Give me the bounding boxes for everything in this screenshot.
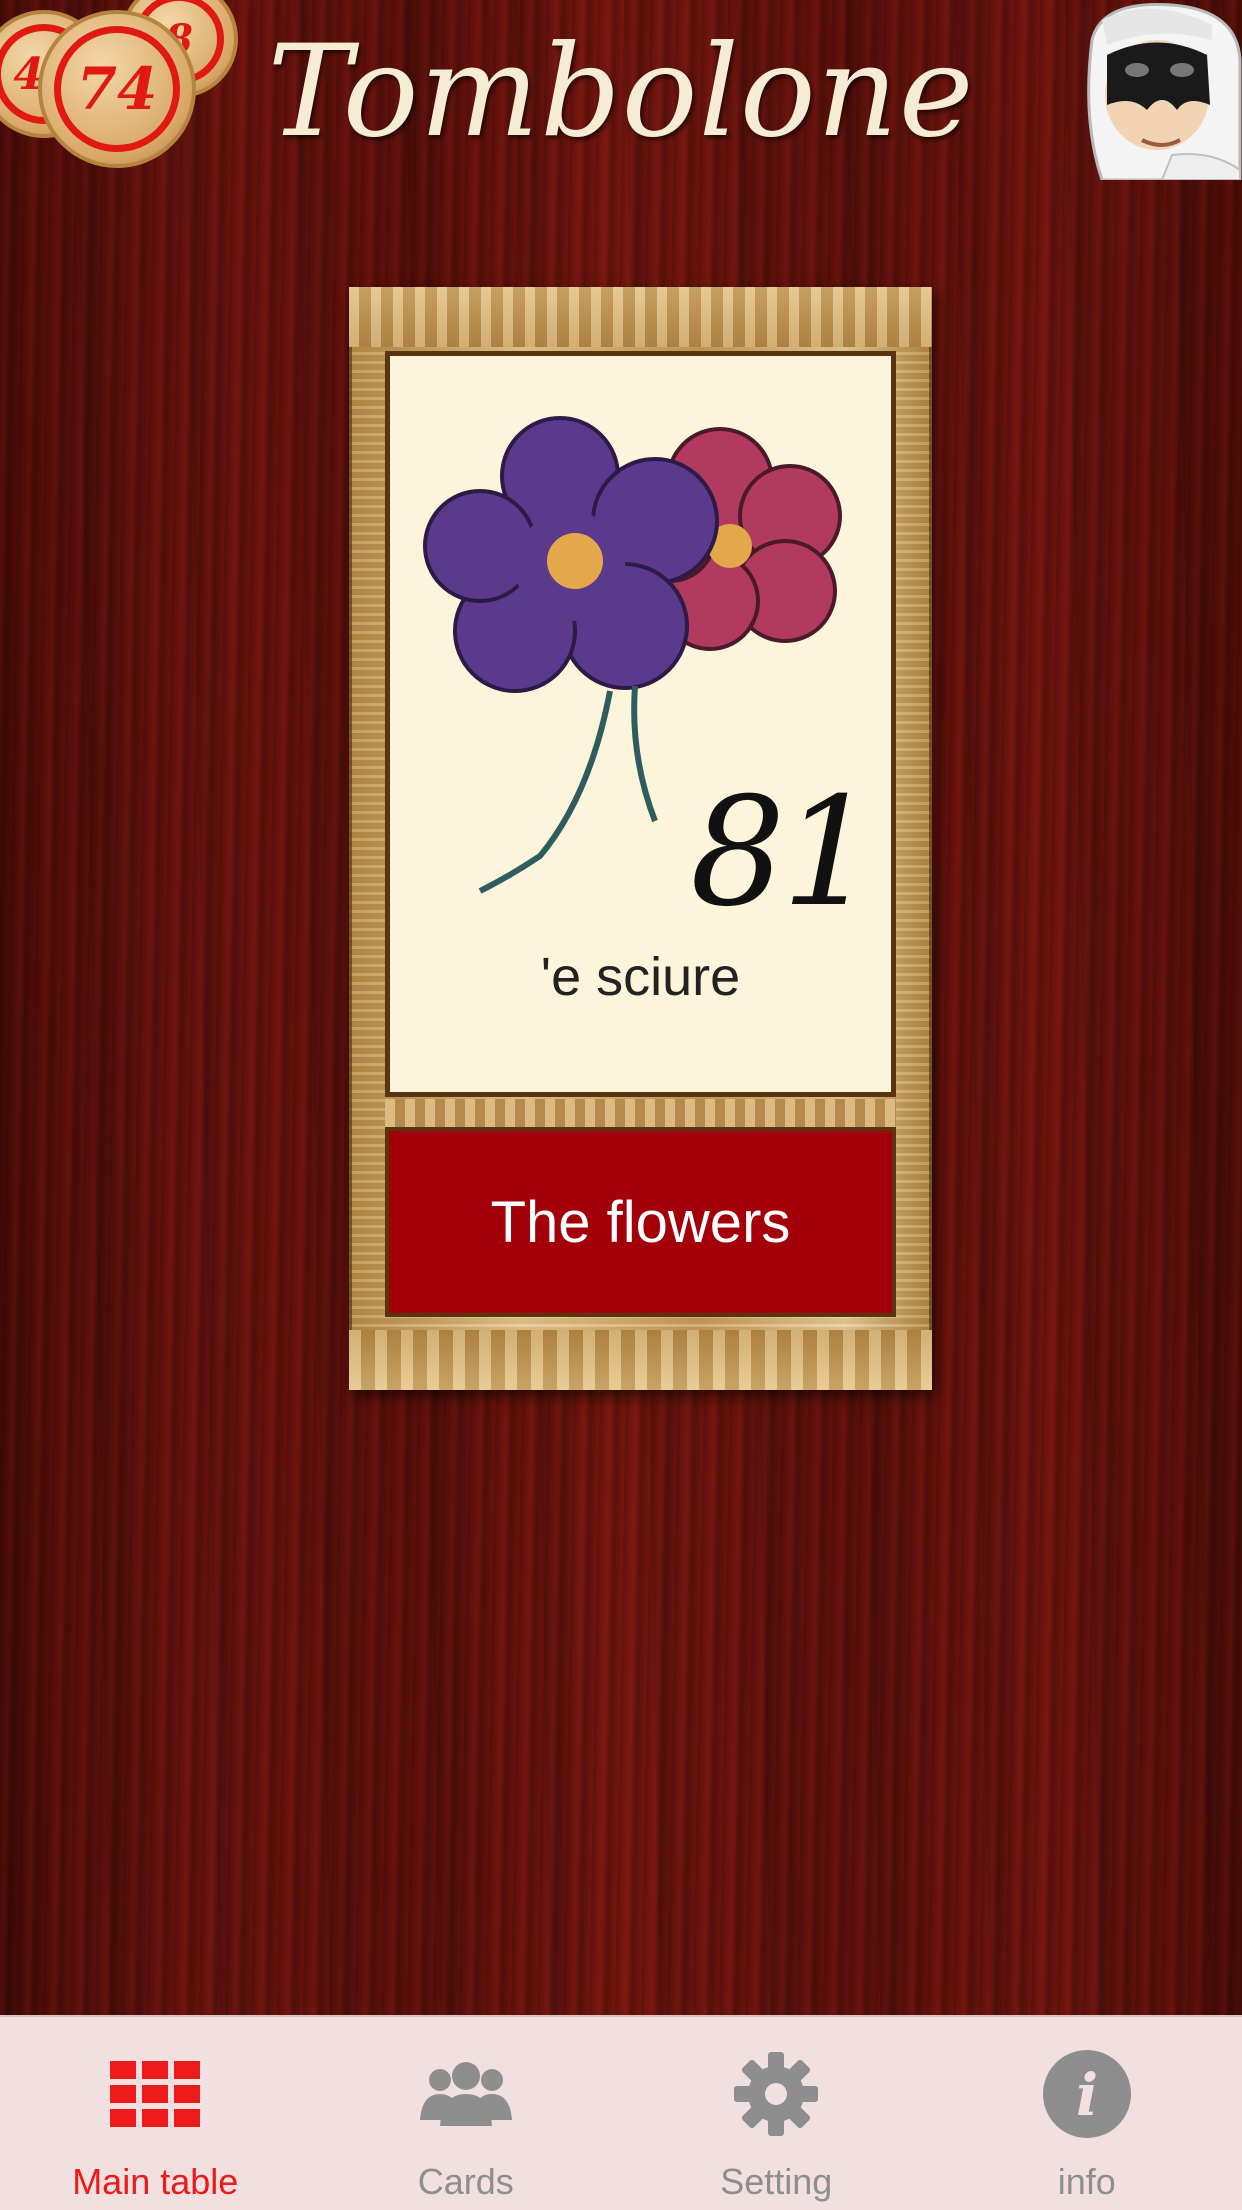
- app-title: Tombolone: [0, 18, 1242, 165]
- pulcinella-avatar[interactable]: [1062, 0, 1242, 180]
- tab-setting[interactable]: Setting: [621, 2017, 932, 2210]
- svg-text:i: i: [1076, 2061, 1098, 2129]
- tab-label: info: [1058, 2161, 1116, 2203]
- tab-label: Setting: [720, 2161, 832, 2203]
- tab-label: Main table: [72, 2161, 238, 2203]
- grid-icon: [108, 2047, 202, 2141]
- tab-label: Cards: [418, 2161, 514, 2203]
- frame-divider: [385, 1099, 896, 1127]
- tab-info[interactable]: i info: [932, 2017, 1242, 2210]
- tab-cards[interactable]: Cards: [311, 2017, 622, 2210]
- frame-bottom: [349, 1330, 932, 1390]
- info-icon: i: [1040, 2047, 1134, 2141]
- gear-icon: [729, 2047, 823, 2141]
- card-neapolitan-name: 'e sciure: [390, 946, 891, 1008]
- card-number: 81: [690, 766, 873, 940]
- card-english-label: The flowers: [385, 1127, 896, 1317]
- card-frame[interactable]: 81 'e sciure The flowers: [349, 287, 932, 1390]
- frame-top: [349, 287, 932, 347]
- tab-bar: Main table Cards: [0, 2015, 1242, 2210]
- tab-main-table[interactable]: Main table: [0, 2017, 311, 2210]
- smorfia-card: 81 'e sciure: [385, 351, 896, 1097]
- people-icon: [419, 2047, 513, 2141]
- card-english-name: The flowers: [491, 1189, 791, 1256]
